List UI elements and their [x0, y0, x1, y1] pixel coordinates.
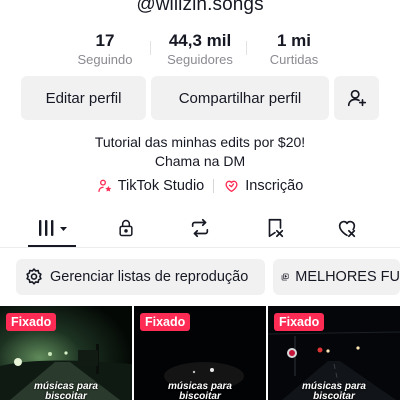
- studio-icon: [98, 179, 112, 192]
- profile-bio: Tutorial das minhas edits por $20! Chama…: [0, 133, 400, 171]
- stat-likes-value: 1 mi: [276, 31, 312, 50]
- stat-likes[interactable]: 1 mi Curtidas: [239, 31, 349, 69]
- bio-line: Tutorial das minhas edits por $20!: [94, 134, 306, 150]
- add-friend-button[interactable]: [334, 76, 379, 120]
- favorites-icon: [268, 218, 284, 238]
- pinned-badge: Fixado: [140, 313, 191, 331]
- stat-following-value: 17: [95, 31, 115, 50]
- pinned-badge: Fixado: [274, 313, 325, 331]
- subscription-icon: [225, 180, 238, 192]
- tab-favorites[interactable]: [255, 208, 295, 248]
- bio-line: Chama na DM: [154, 153, 246, 169]
- tab-reposts[interactable]: [180, 208, 220, 248]
- lock-icon: [119, 219, 133, 237]
- profile-tabs: [0, 208, 400, 248]
- tab-private[interactable]: [106, 208, 146, 248]
- playlist-label: MELHORES FU: [295, 269, 400, 285]
- video-caption: biscoitar: [179, 391, 221, 400]
- subscription-label: Inscrição: [245, 178, 304, 194]
- video-thumbnail[interactable]: Fixado músicas para biscoitar: [134, 306, 266, 400]
- subscription-link[interactable]: Inscrição: [223, 178, 303, 194]
- playlist-icon: [281, 273, 289, 281]
- tiktok-studio-link[interactable]: TikTok Studio: [97, 178, 205, 194]
- stat-following-label: Seguindo: [77, 52, 133, 67]
- share-profile-button[interactable]: Compartilhar perfil: [151, 76, 329, 120]
- repost-icon: [191, 218, 209, 238]
- video-thumbnail[interactable]: Fixado músicas para biscoitar: [268, 306, 400, 400]
- stat-following[interactable]: 17 Seguindo: [50, 31, 160, 69]
- manage-playlists-label: Gerenciar listas de reprodução: [50, 269, 249, 285]
- pinned-badge: Fixado: [6, 313, 57, 331]
- profile-links: TikTok Studio Inscrição: [0, 176, 400, 196]
- profile-username: @willzin.songs: [136, 0, 264, 15]
- liked-icon: [338, 220, 356, 238]
- playlist-chip[interactable]: MELHORES FU: [273, 259, 400, 295]
- video-grid: Fixado músicas para biscoitar Fixado mús…: [0, 306, 400, 400]
- tab-liked[interactable]: [327, 208, 367, 248]
- tab-videos[interactable]: [28, 208, 76, 248]
- edit-profile-button[interactable]: Editar perfil: [21, 76, 146, 120]
- link-divider: [213, 179, 215, 193]
- video-caption: biscoitar: [45, 391, 87, 400]
- add-user-icon: [347, 89, 366, 107]
- manage-playlists-button[interactable]: Gerenciar listas de reprodução: [16, 259, 265, 295]
- tiktok-studio-label: TikTok Studio: [117, 178, 205, 194]
- video-caption: biscoitar: [313, 391, 355, 400]
- profile-stats: 17 Seguindo 44,3 mil Seguidores 1 mi Cur…: [0, 31, 400, 71]
- video-thumbnail[interactable]: Fixado músicas para biscoitar: [0, 306, 132, 400]
- gear-icon: [26, 268, 42, 285]
- grid-icon: [39, 220, 67, 236]
- tabs-divider: [0, 247, 400, 248]
- stat-likes-label: Curtidas: [269, 52, 319, 67]
